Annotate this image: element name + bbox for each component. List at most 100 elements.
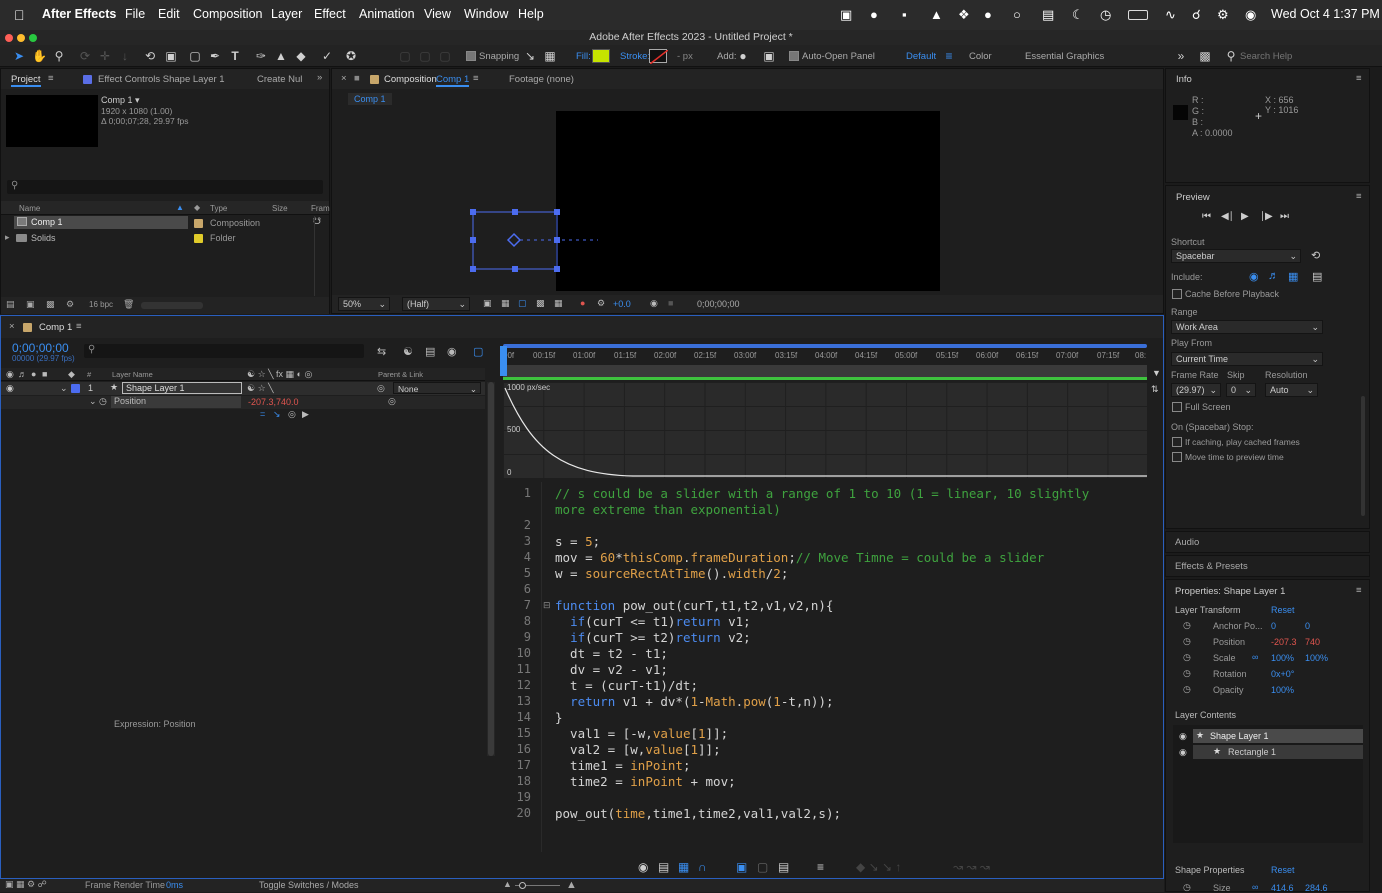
distribute-icon[interactable]: ▢ — [418, 49, 432, 63]
frame-blending-icon[interactable]: ▤ — [425, 345, 435, 358]
zoom-slider-thumb[interactable] — [519, 882, 526, 889]
stopwatch-icon[interactable]: ◷ — [99, 396, 107, 407]
thumbnail-slider[interactable] — [141, 302, 203, 309]
preview-title[interactable]: Preview — [1176, 192, 1210, 203]
footer-icons[interactable]: ▣ ▦ ⚙ ☍ — [5, 879, 47, 890]
axis-icon[interactable]: ▢ — [438, 49, 452, 63]
orbit-tool-icon[interactable]: ⟳ — [78, 49, 92, 63]
code-line[interactable]: s = 5; — [555, 534, 600, 550]
move-time-checkbox[interactable] — [1172, 452, 1182, 462]
grid-guides-icon[interactable]: ▦ — [554, 298, 563, 309]
layer-label-swatch[interactable] — [71, 384, 80, 393]
col-frame[interactable]: Fram — [311, 204, 330, 213]
code-line[interactable]: pow_out(time,time1,time2,val1,val2,s); — [555, 806, 841, 822]
tab-composition[interactable]: Composition — [384, 74, 437, 85]
anchor-y[interactable]: 0 — [1305, 621, 1310, 631]
position-y[interactable]: 740 — [1305, 637, 1320, 647]
expression-language-menu-icon[interactable]: ▶ — [302, 409, 309, 420]
menu-window[interactable]: Window — [464, 7, 508, 21]
stroke-width[interactable]: - px — [677, 51, 693, 62]
speed-curve[interactable] — [503, 382, 1147, 478]
separate-dimensions-icon[interactable]: ▤ — [778, 860, 789, 874]
stopwatch-icon[interactable]: ◷ — [1183, 636, 1191, 647]
zoom-out-icon[interactable]: ▲ — [503, 879, 512, 889]
color-management-icon[interactable]: ⚙ — [597, 298, 605, 309]
opacity-value[interactable]: 100% — [1271, 685, 1294, 695]
workspace-color[interactable]: Color — [969, 51, 992, 62]
previous-frame-icon[interactable]: ◀∣ — [1221, 211, 1234, 222]
label-swatch[interactable] — [194, 234, 203, 243]
close-tab-icon[interactable]: × — [9, 321, 15, 332]
menu-file[interactable]: File — [125, 7, 145, 21]
align-icon[interactable]: ▢ — [398, 49, 412, 63]
shortcut-select[interactable]: Spacebar ⌄ — [1171, 249, 1301, 263]
layer-scrollbar[interactable] — [487, 382, 495, 756]
zoom-slider[interactable] — [515, 882, 560, 889]
panel-menu-icon[interactable]: ≡ — [473, 73, 479, 84]
wifi-icon[interactable]: ∿ — [1165, 7, 1176, 23]
graph-editor[interactable]: 1000 px/sec 500 0 — [503, 382, 1147, 478]
tab-create-null[interactable]: Create Nul — [257, 74, 302, 85]
stroke-swatch[interactable] — [649, 49, 668, 64]
viewer-timecode[interactable]: 0;00;00;00 — [697, 299, 740, 309]
scale-x[interactable]: 100% — [1271, 653, 1294, 663]
snap-grid-icon[interactable]: ▦ — [543, 49, 557, 63]
col-layer-name[interactable]: Layer Name — [112, 370, 153, 379]
stopwatch-icon[interactable]: ◷ — [1183, 652, 1191, 663]
reset-icon[interactable]: ⟲ — [1311, 249, 1320, 262]
effects-presets-panel[interactable]: Effects & Presets — [1165, 555, 1370, 577]
eye-icon[interactable]: ◉ — [1179, 731, 1187, 742]
first-frame-icon[interactable]: ⏮ — [1202, 211, 1211, 222]
resolution-select[interactable]: Auto ⌄ — [1265, 383, 1318, 397]
bevel-icon[interactable]: ▣ — [762, 49, 776, 63]
work-area-bar[interactable] — [503, 365, 1147, 377]
graph-type-icon[interactable]: ▤ — [658, 860, 669, 874]
search-help-input[interactable] — [1240, 49, 1370, 63]
solo-toggle-icon[interactable]: ● — [31, 369, 36, 379]
twirl-open-icon[interactable]: ⌄ — [60, 383, 68, 394]
current-time-indicator[interactable] — [500, 346, 507, 376]
comp-name[interactable]: Comp 1 ▾ — [101, 95, 140, 106]
play-icon[interactable]: ▶ — [1241, 211, 1249, 222]
show-snapshot-icon[interactable]: ■ — [668, 298, 673, 308]
clock-icon[interactable]: ◷ — [1100, 7, 1111, 23]
current-timecode[interactable]: 0;00;00;00 — [12, 341, 69, 355]
mask-visibility-icon[interactable]: ▢ — [518, 298, 527, 309]
shape-layer-bounding-box[interactable] — [468, 207, 608, 273]
label-col-icon[interactable]: ◆ — [194, 203, 200, 212]
full-screen-checkbox[interactable] — [1172, 402, 1182, 412]
tab-effect-controls[interactable]: Effect Controls Shape Layer 1 — [98, 74, 225, 85]
rotate-tool-icon[interactable]: ⟲ — [143, 49, 157, 63]
panel-menu-icon[interactable]: ≡ — [1356, 191, 1362, 202]
close-tab-icon[interactable]: × — [341, 73, 347, 84]
scale-y[interactable]: 100% — [1305, 653, 1328, 663]
tab-composition-name[interactable]: Comp 1 — [436, 74, 470, 87]
zoom-window-button[interactable] — [29, 34, 37, 42]
stopwatch-icon[interactable]: ◷ — [1183, 668, 1191, 679]
fold-icon[interactable]: ⊟ — [543, 600, 551, 611]
scroll-thumb[interactable] — [488, 382, 494, 756]
code-line[interactable]: function pow_out(curT,t1,t2,v1,v2,n){ — [555, 598, 833, 614]
graph-editor-icon[interactable]: ▢ — [473, 345, 483, 358]
code-line[interactable]: // s could be a slider with a range of 1… — [555, 486, 1089, 502]
transparency-grid-icon[interactable]: ▦ — [501, 298, 510, 309]
add-icon[interactable]: ● — [736, 49, 750, 63]
code-line[interactable]: mov = 60*thisComp.frameDuration;// Move … — [555, 550, 1044, 566]
expand-arrow-icon[interactable]: ▸ — [5, 232, 10, 243]
tab-timeline-comp[interactable]: Comp 1 — [39, 322, 72, 333]
more-tabs-icon[interactable]: » — [317, 72, 322, 83]
lock-toggle-icon[interactable]: ■ — [42, 369, 47, 379]
comp-breadcrumb[interactable]: Comp 1 — [348, 93, 392, 105]
eye-icon[interactable]: ◉ — [6, 383, 14, 394]
switches-icons[interactable]: ☯ ☆ ╲ fx ▦ ◐ ◎ — [247, 369, 312, 380]
zoom-tool-icon[interactable]: ⚲ — [52, 49, 66, 63]
panel-menu-icon[interactable]: ≡ — [1356, 585, 1362, 596]
dropbox-icon[interactable]: ❖ — [958, 7, 970, 23]
range-select[interactable]: Work Area ⌄ — [1171, 320, 1323, 334]
audio-panel[interactable]: Audio — [1165, 531, 1370, 553]
more-workspaces-icon[interactable]: » — [1174, 49, 1188, 63]
label-swatch[interactable] — [194, 219, 203, 228]
code-line[interactable]: val1 = [-w,value[1]]; — [555, 726, 728, 742]
shy-icon[interactable]: ☯ — [403, 345, 413, 358]
fill-swatch[interactable] — [592, 49, 610, 63]
